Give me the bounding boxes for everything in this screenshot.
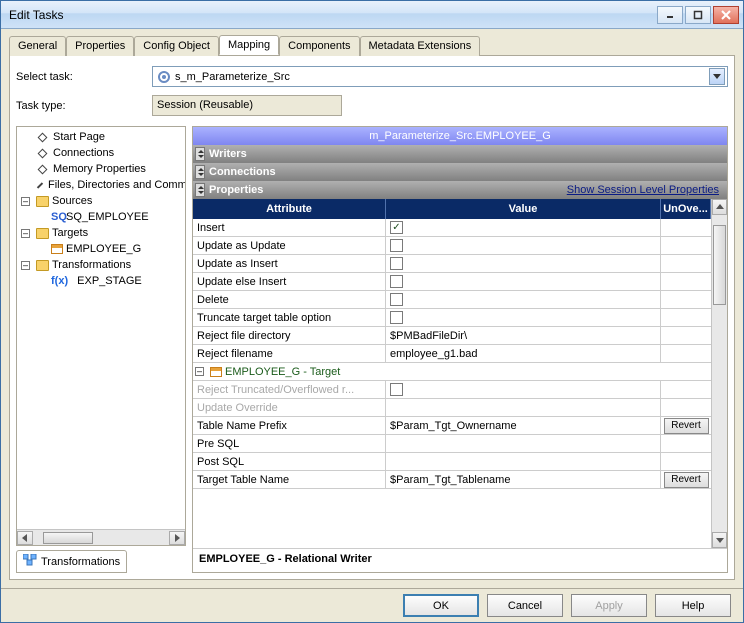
scroll-down-icon[interactable] — [712, 532, 727, 548]
checkbox-icon[interactable] — [390, 257, 403, 270]
revert-button[interactable]: Revert — [664, 472, 709, 488]
tab-general[interactable]: General — [9, 36, 66, 56]
target-icon — [210, 367, 222, 377]
expression-icon: f(x) — [51, 275, 68, 287]
checkbox-icon[interactable] — [390, 275, 403, 288]
window-title: Edit Tasks — [9, 8, 657, 22]
collapse-icon[interactable]: – — [21, 197, 30, 206]
scroll-up-icon[interactable] — [712, 199, 727, 215]
prop-row-reject-dir[interactable]: Reject file directory$PMBadFileDir\ — [193, 327, 711, 345]
chevron-down-icon[interactable] — [709, 68, 725, 85]
tab-properties[interactable]: Properties — [66, 36, 134, 56]
spinner-icon[interactable] — [195, 147, 205, 161]
prop-row-truncate[interactable]: Truncate target table option — [193, 309, 711, 327]
spinner-icon[interactable] — [195, 183, 205, 197]
tree-item-connections[interactable]: Connections — [17, 145, 185, 161]
prop-row-table-name-prefix[interactable]: Table Name Prefix$Param_Tgt_OwnernameRev… — [193, 417, 711, 435]
group-properties: Properties Show Session Level Properties — [193, 181, 727, 199]
scroll-thumb[interactable] — [713, 225, 726, 305]
grid-group-row[interactable]: – EMPLOYEE_G - Target — [193, 363, 711, 381]
tab-metadata-extensions[interactable]: Metadata Extensions — [360, 36, 481, 56]
prop-row-insert[interactable]: Insert — [193, 219, 711, 237]
col-value[interactable]: Value — [386, 199, 661, 219]
tree-item-employee-g[interactable]: EMPLOYEE_G — [17, 241, 185, 257]
folder-icon — [36, 260, 49, 271]
prop-row-delete[interactable]: Delete — [193, 291, 711, 309]
prop-row-post-sql[interactable]: Post SQL — [193, 453, 711, 471]
task-type-value: Session (Reusable) — [152, 95, 342, 116]
maximize-button[interactable] — [685, 6, 711, 24]
help-button[interactable]: Help — [655, 594, 731, 617]
checkbox-icon[interactable] — [390, 311, 403, 324]
close-button[interactable] — [713, 6, 739, 24]
col-unoverride[interactable]: UnOve... — [661, 199, 711, 219]
select-task-value: s_m_Parameterize_Src — [175, 71, 705, 83]
object-header: m_Parameterize_Src.EMPLOYEE_G — [193, 127, 727, 145]
task-type-label: Task type: — [16, 100, 146, 112]
tree-item-targets[interactable]: –Targets — [17, 225, 185, 241]
apply-button[interactable]: Apply — [571, 594, 647, 617]
group-writers[interactable]: Writers — [193, 145, 727, 163]
titlebar: Edit Tasks — [1, 1, 743, 29]
prop-row-reject-filename[interactable]: Reject filenameemployee_g1.bad — [193, 345, 711, 363]
collapse-icon[interactable]: – — [21, 229, 30, 238]
tree-item-transformations[interactable]: –Transformations — [17, 257, 185, 273]
tree-item-start-page[interactable]: Start Page — [17, 129, 185, 145]
tree-scrollbar-horizontal[interactable] — [17, 529, 185, 545]
prop-row-update-else-insert[interactable]: Update else Insert — [193, 273, 711, 291]
tab-mapping[interactable]: Mapping — [219, 35, 279, 55]
checkbox-icon[interactable] — [390, 293, 403, 306]
show-session-level-link[interactable]: Show Session Level Properties — [567, 181, 719, 199]
select-task-combo[interactable]: s_m_Parameterize_Src — [152, 66, 728, 87]
tree-item-sq-employee[interactable]: SQSQ_EMPLOYEE — [17, 209, 185, 225]
folder-icon — [36, 196, 49, 207]
prop-row-pre-sql[interactable]: Pre SQL — [193, 435, 711, 453]
scroll-thumb[interactable] — [43, 532, 93, 544]
prop-row-update-as-insert[interactable]: Update as Insert — [193, 255, 711, 273]
tree-item-memory-properties[interactable]: Memory Properties — [17, 161, 185, 177]
prop-row-update-override[interactable]: Update Override — [193, 399, 711, 417]
spinner-icon[interactable] — [195, 165, 205, 179]
tree-item-files-directories[interactable]: Files, Directories and Commands — [17, 177, 185, 193]
tab-config-object[interactable]: Config Object — [134, 36, 219, 56]
collapse-icon[interactable]: – — [21, 261, 30, 270]
checkbox-icon[interactable] — [390, 221, 403, 234]
tab-components[interactable]: Components — [279, 36, 359, 56]
status-bar: EMPLOYEE_G - Relational Writer — [193, 548, 727, 572]
checkbox-icon[interactable] — [390, 239, 403, 252]
minimize-button[interactable] — [657, 6, 683, 24]
scroll-left-icon[interactable] — [17, 531, 33, 545]
diamond-icon — [38, 148, 48, 158]
diamond-icon — [37, 182, 43, 188]
prop-row-reject-truncated[interactable]: Reject Truncated/Overflowed r... — [193, 381, 711, 399]
collapse-icon[interactable]: – — [195, 367, 204, 376]
diamond-icon — [38, 164, 48, 174]
session-icon — [157, 70, 171, 84]
tree-item-exp-stage[interactable]: f(x) EXP_STAGE — [17, 273, 185, 289]
cancel-button[interactable]: Cancel — [487, 594, 563, 617]
bottom-tab-transformations[interactable]: Transformations — [16, 550, 127, 573]
source-qualifier-icon: SQ — [51, 211, 63, 223]
select-task-label: Select task: — [16, 71, 146, 83]
prop-row-update-as-update[interactable]: Update as Update — [193, 237, 711, 255]
col-attribute[interactable]: Attribute — [193, 199, 386, 219]
ok-button[interactable]: OK — [403, 594, 479, 617]
target-icon — [51, 244, 63, 254]
diamond-icon — [38, 132, 48, 142]
tabstrip: General Properties Config Object Mapping… — [9, 35, 735, 56]
nav-tree[interactable]: Start Page Connections Memory Properties… — [17, 127, 185, 529]
group-connections[interactable]: Connections — [193, 163, 727, 181]
grid-header: Attribute Value UnOve... — [193, 199, 711, 219]
grid-scrollbar-vertical[interactable] — [711, 199, 727, 548]
scroll-right-icon[interactable] — [169, 531, 185, 545]
revert-button[interactable]: Revert — [664, 418, 709, 434]
checkbox-icon[interactable] — [390, 383, 403, 396]
folder-icon — [36, 228, 49, 239]
tree-item-sources[interactable]: –Sources — [17, 193, 185, 209]
transformations-icon — [23, 554, 37, 569]
prop-row-target-table-name[interactable]: Target Table Name$Param_Tgt_TablenameRev… — [193, 471, 711, 489]
